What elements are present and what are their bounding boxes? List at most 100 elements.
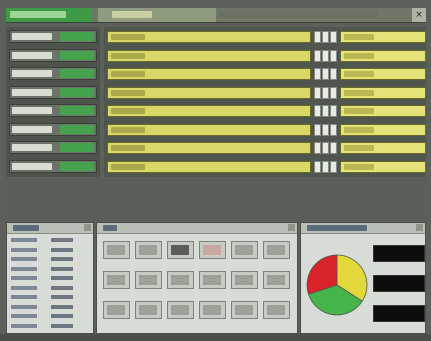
channel-button-1[interactable] xyxy=(314,105,321,117)
channel-row[interactable] xyxy=(104,104,426,118)
thumbnail-image xyxy=(235,305,253,315)
channel-row[interactable] xyxy=(104,86,426,100)
channel-button-1[interactable] xyxy=(314,160,321,173)
device-row[interactable] xyxy=(9,30,97,43)
camera-thumbnail[interactable] xyxy=(263,271,290,289)
camera-thumbnail[interactable] xyxy=(167,241,194,259)
camera-thumbnail[interactable] xyxy=(135,301,162,319)
channel-bar[interactable] xyxy=(107,160,311,173)
channel-button-2[interactable] xyxy=(322,142,329,154)
close-icon[interactable]: × xyxy=(412,8,426,22)
device-row[interactable] xyxy=(9,159,97,173)
channel-bar[interactable] xyxy=(107,123,311,136)
device-state-button[interactable] xyxy=(60,124,94,134)
channel-tag[interactable] xyxy=(340,86,426,99)
status-monitor-close-icon[interactable] xyxy=(416,224,423,231)
channel-button-3[interactable] xyxy=(330,123,337,136)
channel-button-2[interactable] xyxy=(322,105,329,117)
channel-tag[interactable] xyxy=(340,123,426,136)
camera-thumbnail[interactable] xyxy=(263,241,290,259)
channel-row[interactable] xyxy=(104,160,426,174)
device-state-button[interactable] xyxy=(60,143,94,152)
camera-thumbnail[interactable] xyxy=(231,241,258,259)
channel-button-1[interactable] xyxy=(314,31,321,43)
channel-button-2[interactable] xyxy=(322,160,329,173)
channel-button-2[interactable] xyxy=(322,68,329,80)
channel-button-2[interactable] xyxy=(322,31,329,43)
device-state-button[interactable] xyxy=(60,106,94,115)
channel-button-3[interactable] xyxy=(330,49,337,62)
camera-thumbnail[interactable] xyxy=(135,271,162,289)
channel-button-2[interactable] xyxy=(322,123,329,136)
detail-value xyxy=(51,314,73,318)
app-title-tab[interactable] xyxy=(6,8,92,22)
channel-bar[interactable] xyxy=(107,49,311,62)
channel-button-2[interactable] xyxy=(322,86,329,99)
channel-tag[interactable] xyxy=(340,68,426,80)
device-row[interactable] xyxy=(9,141,97,154)
channel-button-1[interactable] xyxy=(314,142,321,154)
channel-row[interactable] xyxy=(104,49,426,63)
channel-button-1[interactable] xyxy=(314,68,321,80)
channel-button-1[interactable] xyxy=(314,49,321,62)
channel-button-3[interactable] xyxy=(330,142,337,154)
thumbnail-image xyxy=(203,305,221,315)
channel-label xyxy=(111,108,145,114)
camera-thumbnail[interactable] xyxy=(199,241,226,259)
channel-row[interactable] xyxy=(104,123,426,137)
channel-button-3[interactable] xyxy=(330,68,337,80)
camera-thumbnail[interactable] xyxy=(199,271,226,289)
active-tab[interactable] xyxy=(98,8,216,22)
details-close-icon[interactable] xyxy=(84,224,91,231)
channel-tag[interactable] xyxy=(340,105,426,117)
camera-thumbnail[interactable] xyxy=(135,241,162,259)
camera-thumbnail[interactable] xyxy=(199,301,226,319)
camera-thumbnail[interactable] xyxy=(167,301,194,319)
device-row[interactable] xyxy=(9,67,97,80)
device-state-button[interactable] xyxy=(60,87,94,97)
channel-button-2[interactable] xyxy=(322,49,329,62)
device-row[interactable] xyxy=(9,104,97,117)
channel-button-1[interactable] xyxy=(314,123,321,136)
thumbnail-image xyxy=(171,245,189,255)
channel-tag[interactable] xyxy=(340,160,426,173)
channel-tag[interactable] xyxy=(340,49,426,62)
channel-button-3[interactable] xyxy=(330,86,337,99)
channel-row[interactable] xyxy=(104,30,426,44)
thumbnail-close-icon[interactable] xyxy=(288,224,295,231)
device-row[interactable] xyxy=(9,48,97,62)
device-state-button[interactable] xyxy=(60,32,94,41)
device-state-button[interactable] xyxy=(60,69,94,78)
camera-thumbnail[interactable] xyxy=(103,301,130,319)
channel-bar[interactable] xyxy=(107,68,311,80)
camera-thumbnail[interactable] xyxy=(167,271,194,289)
channel-bar[interactable] xyxy=(107,105,311,117)
camera-thumbnail[interactable] xyxy=(231,271,258,289)
channel-button-3[interactable] xyxy=(330,105,337,117)
channel-button-3[interactable] xyxy=(330,160,337,173)
device-row[interactable] xyxy=(9,85,97,99)
thumbnail-title xyxy=(103,225,117,231)
channel-button-1[interactable] xyxy=(314,86,321,99)
channel-tag[interactable] xyxy=(340,31,426,43)
device-row[interactable] xyxy=(9,122,97,136)
channel-bar[interactable] xyxy=(107,31,311,43)
channel-bar[interactable] xyxy=(107,86,311,99)
channel-button-3[interactable] xyxy=(330,31,337,43)
camera-thumbnail[interactable] xyxy=(231,301,258,319)
thumbnail-image xyxy=(171,305,189,315)
channel-row[interactable] xyxy=(104,67,426,81)
detail-key xyxy=(11,238,37,242)
camera-thumbnail[interactable] xyxy=(103,241,130,259)
device-state-button[interactable] xyxy=(60,50,94,60)
channel-tag-label xyxy=(344,89,374,96)
channel-tag[interactable] xyxy=(340,142,426,154)
thumbnail-image xyxy=(107,305,125,315)
camera-thumbnail[interactable] xyxy=(103,271,130,289)
detail-row xyxy=(11,323,91,330)
channel-bar[interactable] xyxy=(107,142,311,154)
channel-row[interactable] xyxy=(104,141,426,155)
camera-thumbnail[interactable] xyxy=(263,301,290,319)
channel-list xyxy=(104,27,426,177)
device-state-button[interactable] xyxy=(60,161,94,171)
